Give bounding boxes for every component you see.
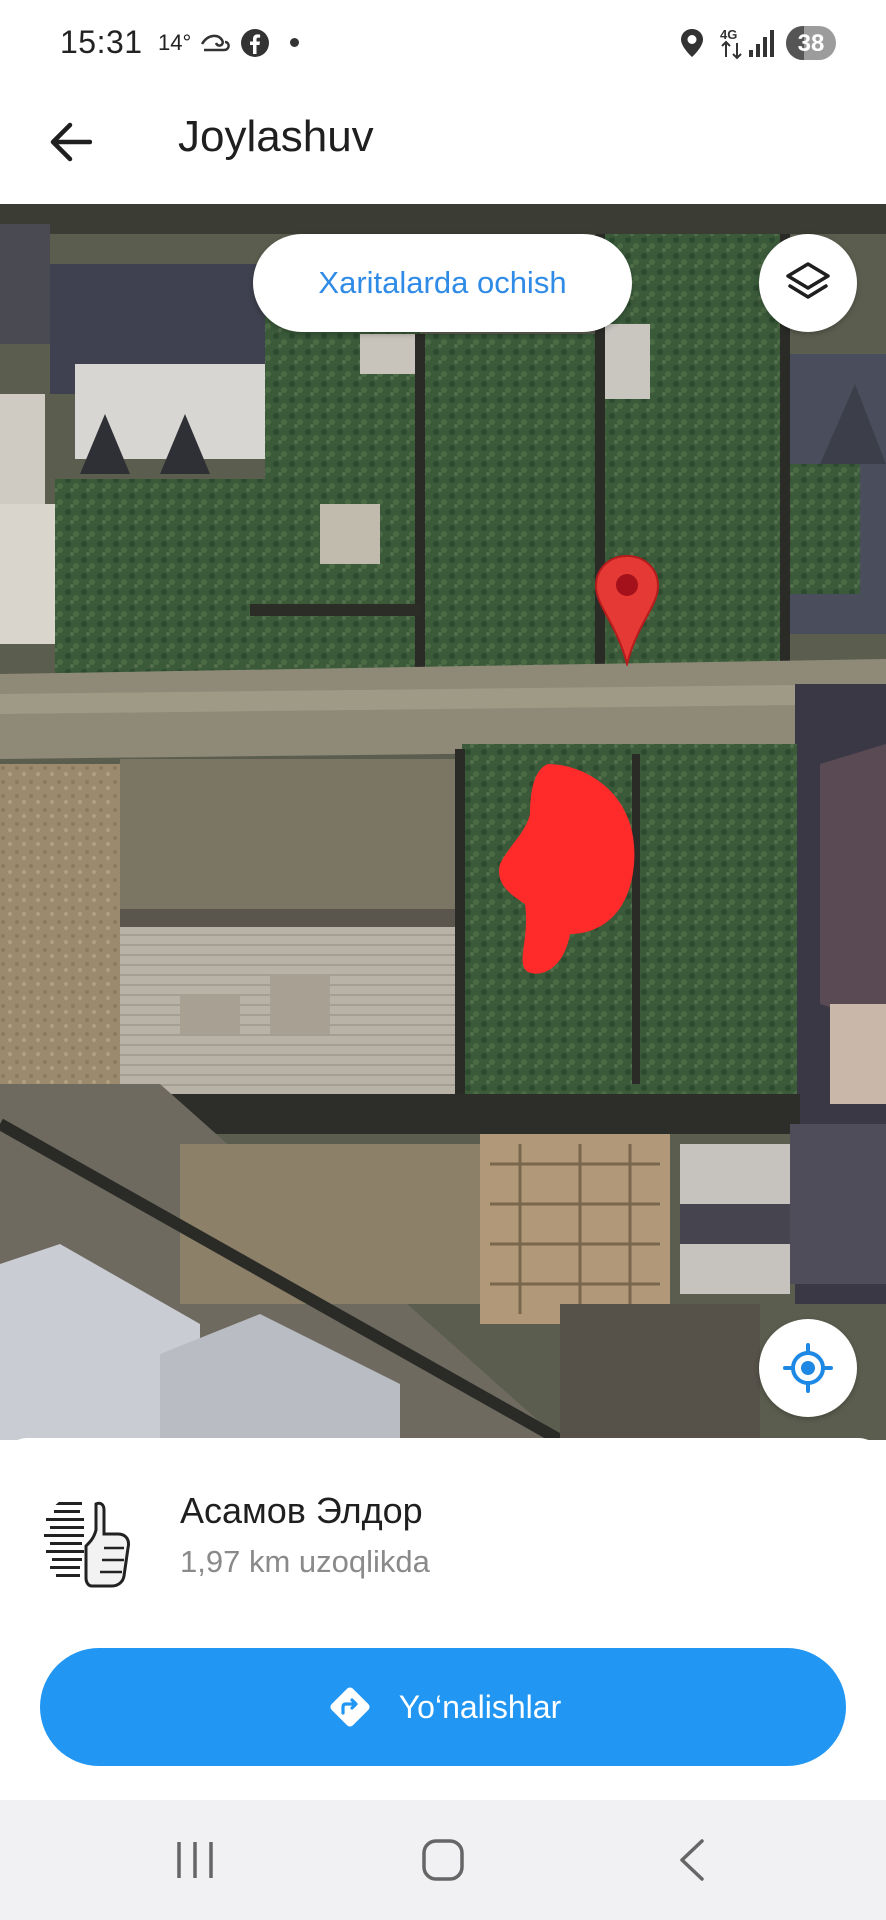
seller-name: Асамов Элдор [180, 1490, 423, 1531]
open-in-maps-button[interactable]: Xaritalarda ochish [253, 234, 632, 332]
wind-icon [200, 28, 232, 59]
seller-distance: 1,97 km uzoqlikda [180, 1544, 430, 1579]
app-header: Joylashuv [0, 86, 886, 204]
map-view[interactable]: Xaritalarda ochish [0, 204, 886, 1440]
directions-icon [330, 1687, 370, 1727]
map-layers-button[interactable] [759, 234, 857, 332]
back-icon [680, 1839, 704, 1881]
home-icon [422, 1839, 464, 1881]
my-location-button[interactable] [759, 1319, 857, 1417]
back-button[interactable] [40, 112, 100, 172]
system-nav-bar [0, 1800, 886, 1920]
location-icon [680, 28, 704, 63]
my-location-icon [783, 1343, 833, 1393]
directions-label: Yo‘nalishlar [398, 1688, 562, 1725]
battery-icon: 38 [786, 26, 836, 60]
status-temperature: 14° [158, 30, 192, 55]
facebook-icon [240, 28, 270, 63]
home-button[interactable] [421, 1838, 465, 1887]
recents-button[interactable] [175, 1838, 215, 1887]
battery-level: 38 [797, 30, 825, 57]
seller-avatar[interactable] [40, 1490, 144, 1594]
satellite-imagery [0, 204, 886, 1440]
location-pin-icon[interactable] [594, 554, 660, 671]
avatar-thumbs-up-icon [40, 1490, 144, 1594]
network-4g-icon: 4G [718, 26, 746, 65]
location-details-sheet: Асамов Элдор 1,97 km uzoqlikda Yo‘nalish… [0, 1438, 886, 1800]
open-in-maps-label: Xaritalarda ochish [318, 265, 567, 300]
recents-icon [177, 1842, 213, 1878]
network-label: 4G [720, 27, 737, 42]
notification-dot [290, 38, 299, 47]
signal-icon [748, 28, 776, 63]
directions-button[interactable]: Yo‘nalishlar [40, 1648, 846, 1766]
arrow-left-icon [50, 122, 92, 162]
status-time: 15:31 [60, 24, 143, 60]
page-title: Joylashuv [178, 112, 374, 161]
status-bar: 15:31 14° 4G 38 [0, 0, 886, 86]
back-nav-button[interactable] [676, 1838, 708, 1887]
layers-icon [786, 262, 830, 299]
